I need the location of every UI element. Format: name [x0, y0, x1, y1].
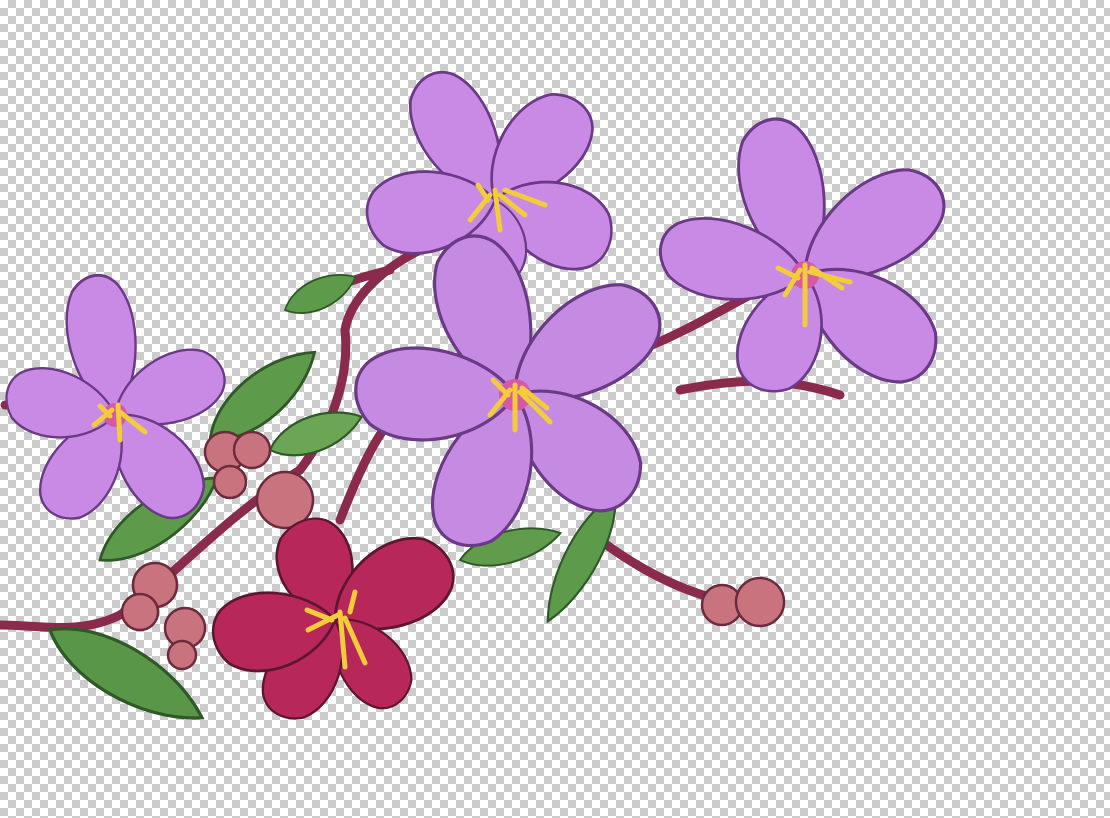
- flower-branch-artwork: [0, 57, 962, 742]
- lilac-flower-center: [354, 222, 680, 562]
- lilac-flower-right: [652, 108, 962, 405]
- transparent-canvas: [0, 0, 1110, 818]
- lilac-flower-left: [0, 268, 237, 534]
- crimson-flower: [206, 507, 469, 734]
